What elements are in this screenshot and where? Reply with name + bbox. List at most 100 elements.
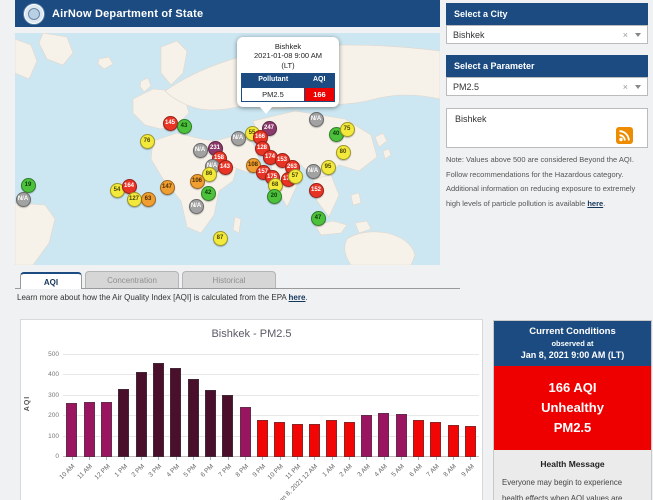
aqi-marker[interactable]: 87 [213, 231, 228, 246]
x-tick-label: 4 PM [165, 463, 181, 479]
aqi-marker[interactable]: N/A [306, 164, 321, 179]
x-tick-label: 1 AM [321, 463, 336, 478]
x-tick [453, 457, 454, 460]
popup-timezone: (LT) [241, 61, 335, 70]
aqi-marker[interactable]: 57 [288, 169, 303, 184]
x-tick [262, 457, 263, 460]
x-tick [228, 457, 229, 460]
aqi-marker[interactable]: 19 [21, 178, 36, 193]
popup-city: Bishkek [241, 42, 335, 51]
x-tick-label: 6 AM [408, 463, 423, 478]
chart-bar [361, 415, 372, 457]
app-header: AirNow Department of State [15, 0, 440, 27]
y-tick-label: 300 [35, 392, 59, 399]
world-map[interactable]: 19N/A76145435416412763147N/A231N/A158N/A… [15, 33, 440, 265]
chart-bar [222, 395, 233, 457]
x-tick [210, 457, 211, 460]
chart-bar [274, 422, 285, 457]
chart-bar [430, 422, 441, 457]
note-prefix: Note: Values above 500 are considered Be… [446, 155, 635, 208]
aqi-marker[interactable]: 143 [218, 160, 233, 175]
x-tick [280, 457, 281, 460]
rss-icon[interactable] [616, 127, 633, 144]
parameter-chevron-down-icon[interactable] [635, 85, 641, 89]
chart-bar [448, 425, 459, 457]
y-tick-label: 200 [35, 412, 59, 419]
chart-bar [257, 420, 268, 457]
x-tick [470, 457, 471, 460]
note-suffix: . [603, 199, 605, 208]
x-tick-label: 10 AM [59, 463, 77, 481]
state-department-seal-icon [24, 4, 44, 24]
aqi-marker[interactable]: 20 [267, 189, 282, 204]
x-tick [72, 457, 73, 460]
x-tick-label: 8 PM [234, 463, 250, 479]
popup-table: Pollutant AQI PM2.5 166 [241, 73, 335, 102]
chart-bar [240, 407, 251, 457]
aqi-marker[interactable]: 80 [336, 145, 351, 160]
x-tick [141, 457, 142, 460]
aqi-marker[interactable]: N/A [193, 143, 208, 158]
x-tick-label: 2 PM [130, 463, 146, 479]
aqi-marker[interactable]: 42 [201, 186, 216, 201]
chart-bar [84, 402, 95, 457]
x-tick-label: 7 PM [217, 463, 233, 479]
aqi-marker[interactable]: N/A [231, 131, 246, 146]
x-tick [332, 457, 333, 460]
aqi-marker[interactable]: 127 [127, 192, 142, 207]
gridline [63, 374, 479, 375]
popup-col-pollutant: Pollutant [242, 74, 305, 88]
aqi-marker[interactable]: 76 [140, 134, 155, 149]
tab-aqi[interactable]: AQI [20, 272, 82, 289]
note-text: Note: Values above 500 are considered Be… [446, 153, 648, 212]
x-tick-label: 2 AM [339, 463, 354, 478]
city-clear-icon[interactable]: × [623, 30, 628, 40]
y-tick-label: 100 [35, 433, 59, 440]
y-tick-label: 500 [35, 351, 59, 358]
aqi-marker[interactable]: 47 [311, 211, 326, 226]
aqi-marker[interactable]: 63 [141, 192, 156, 207]
city-chevron-down-icon[interactable] [635, 33, 641, 37]
x-tick [418, 457, 419, 460]
aqi-marker[interactable]: 75 [340, 122, 355, 137]
chart-bar [205, 390, 216, 457]
chart-title: Bishkek - PM2.5 [21, 328, 482, 340]
x-tick [193, 457, 194, 460]
x-tick-label: 6 PM [200, 463, 216, 479]
aqi-marker[interactable]: 145 [163, 116, 178, 131]
aqi-marker[interactable]: N/A [309, 112, 324, 127]
x-tick [436, 457, 437, 460]
aqi-marker[interactable]: N/A [16, 192, 31, 207]
x-tick [124, 457, 125, 460]
x-tick-label: 4 AM [373, 463, 388, 478]
map-landmass [15, 33, 440, 265]
aqi-marker[interactable]: 147 [160, 180, 175, 195]
learn-more-link[interactable]: here [289, 293, 306, 302]
popup-datetime: 2021-01-08 9:00 AM [241, 51, 335, 60]
chart-bar [188, 379, 199, 457]
popup-col-aqi: AQI [304, 74, 334, 88]
parameter-clear-icon[interactable]: × [623, 82, 628, 92]
conditions-datetime: Jan 8, 2021 9:00 AM (LT) [498, 350, 647, 360]
popup-tail [259, 106, 273, 114]
aqi-marker[interactable]: 106 [190, 174, 205, 189]
tab-concentration[interactable]: Concentration [85, 271, 179, 288]
learn-more-text: Learn more about how the Air Quality Ind… [17, 293, 308, 302]
x-tick-label: 1 PM [113, 463, 129, 479]
parameter-select[interactable]: PM2.5 × [446, 77, 648, 96]
chart-bar [118, 389, 129, 457]
chart-x-labels: 10 AM11 AM12 PM1 PM2 PM3 PM4 PM5 PM6 PM7… [63, 461, 479, 500]
parameter-select-value: PM2.5 [453, 82, 623, 92]
chart-bar [326, 420, 337, 457]
aqi-marker[interactable]: N/A [189, 199, 204, 214]
chart-bar [378, 413, 389, 457]
city-select[interactable]: Bishkek × [446, 25, 648, 44]
note-link[interactable]: here [587, 199, 603, 208]
aqi-marker[interactable]: 95 [321, 160, 336, 175]
aqi-marker[interactable]: 43 [177, 119, 192, 134]
chart-bar [396, 414, 407, 457]
chart-bar [309, 424, 320, 457]
x-tick [245, 457, 246, 460]
aqi-marker[interactable]: 152 [309, 183, 324, 198]
tab-historical[interactable]: Historical [182, 271, 276, 288]
